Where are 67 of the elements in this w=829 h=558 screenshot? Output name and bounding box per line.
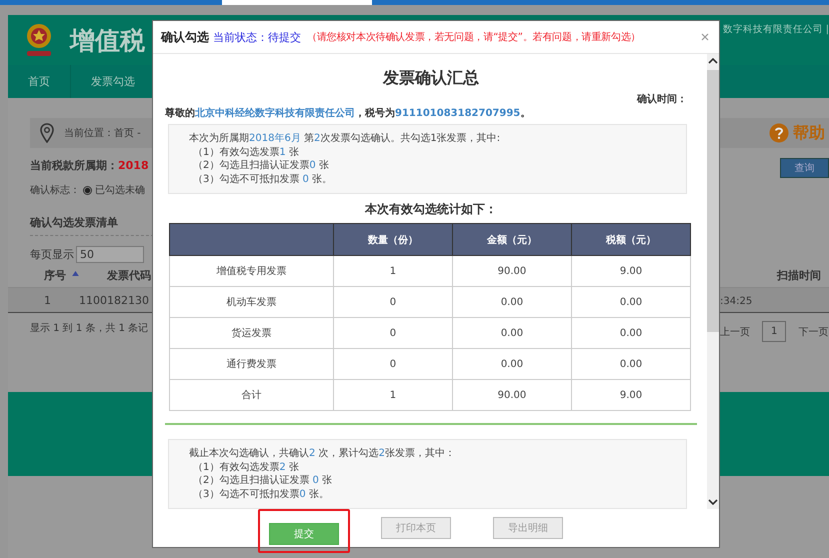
table-cell: 0 <box>333 348 452 380</box>
table-cell: 机动车发票 <box>170 286 334 318</box>
radio-label: 已勾选未确 <box>95 184 145 197</box>
column-header[interactable]: 发票代码 <box>107 268 151 282</box>
dialog-button[interactable]: 提交 <box>269 523 339 545</box>
table-cell: 0.00 <box>452 318 572 348</box>
table-cell: 增值税专用发票 <box>170 256 334 286</box>
scroll-up-icon[interactable] <box>708 58 718 64</box>
table-cell: 0 <box>333 318 452 348</box>
previous-page-link[interactable]: 上一页 <box>720 324 750 338</box>
info-line: （1）有效勾选发票1 张 <box>192 146 300 159</box>
page-size-select[interactable]: 50 <box>76 246 144 263</box>
info-line: （3）勾选不可抵扣发票0 张。 <box>192 488 330 501</box>
table-cell: 90.00 <box>452 256 572 286</box>
table-cell: 1100182130 <box>79 294 149 306</box>
radio-button[interactable] <box>83 186 92 194</box>
info-line: （2）勾选且扫描认证发票 0 张 <box>192 474 334 488</box>
table-cell: 9.00 <box>571 256 690 286</box>
column-header: 税额（元） <box>571 224 690 256</box>
period-label: 当前税款所属期： <box>30 159 118 172</box>
table-cell: 0.00 <box>571 318 690 348</box>
scrollbar[interactable] <box>707 54 719 509</box>
stats-title: 本次有效勾选统计如下： <box>364 201 498 218</box>
scroll-down-icon[interactable] <box>708 499 718 505</box>
info-line: 本次为所属期2018年6月 第2次发票勾选确认。共勾选1张发票，其中: <box>189 132 502 146</box>
info-line: （2）勾选且扫描认证发票0 张 <box>192 159 330 172</box>
table-cell: 0.00 <box>452 286 572 318</box>
record-summary: 显示 1 到 1 条，共 1 条记 <box>30 322 148 336</box>
nav-item[interactable]: 首页 <box>8 65 71 98</box>
account-name: 数字科技有限责任公司 | <box>722 23 829 36</box>
site-title: 增值税 <box>70 24 145 56</box>
period-value: 2018 <box>118 159 149 172</box>
table-cell: 0.00 <box>571 286 690 318</box>
table-cell: 1 <box>333 380 452 410</box>
close-icon[interactable] <box>701 33 709 41</box>
breadcrumb-text: 当前位置：首页 - <box>64 126 141 140</box>
column-header[interactable]: 扫描时间 <box>777 268 821 282</box>
help-icon[interactable] <box>769 123 789 143</box>
notice-text: （请您核对本次待确认发票，若无问题，请“提交”。若有问题，请重新勾选） <box>307 30 640 44</box>
greeting-text: 尊敬的北京中科经纶数字科技有限责任公司，税号为911101083182707995。 <box>165 106 532 120</box>
table-cell: 1 <box>333 256 452 286</box>
page-number[interactable]: 1 <box>762 321 786 342</box>
table-cell: 1 <box>44 294 51 306</box>
table-cell: 0.00 <box>571 348 690 380</box>
table-cell: 90.00 <box>452 380 572 410</box>
confirm-time-label: 确认时间： <box>637 92 687 106</box>
summary-heading: 发票确认汇总 <box>382 68 480 89</box>
column-header[interactable]: 序号 <box>44 268 79 282</box>
table-cell: :34:25 <box>720 296 752 306</box>
next-page-link[interactable]: 下一页 <box>798 324 828 338</box>
info-line: （1）有效勾选发票2 张 <box>192 460 300 474</box>
table-cell: 9.00 <box>571 380 690 410</box>
info-line: 截止本次勾选确认，共确认2 次，累计勾选2张发票，其中： <box>189 447 456 460</box>
location-pin-icon <box>40 123 54 143</box>
column-header: 金额（元） <box>452 224 572 256</box>
page-size-label: 每页显示 <box>30 247 74 262</box>
confirm-flag-label: 确认标志： <box>30 184 80 197</box>
column-header: 数量（份） <box>333 224 452 256</box>
status-text: 当前状态：待提交 <box>213 30 301 44</box>
table-cell: 通行费发票 <box>170 348 334 380</box>
table-cell: 合计 <box>170 380 334 410</box>
table-cell: 0 <box>333 286 452 318</box>
dialog-title: 确认勾选 <box>161 28 209 46</box>
info-line: （3）勾选不可抵扣发票 0 张。 <box>192 172 334 186</box>
table-cell: 货运发票 <box>170 318 334 348</box>
table-cell: 0.00 <box>452 348 572 380</box>
query-button[interactable]: 查询 <box>780 158 829 178</box>
